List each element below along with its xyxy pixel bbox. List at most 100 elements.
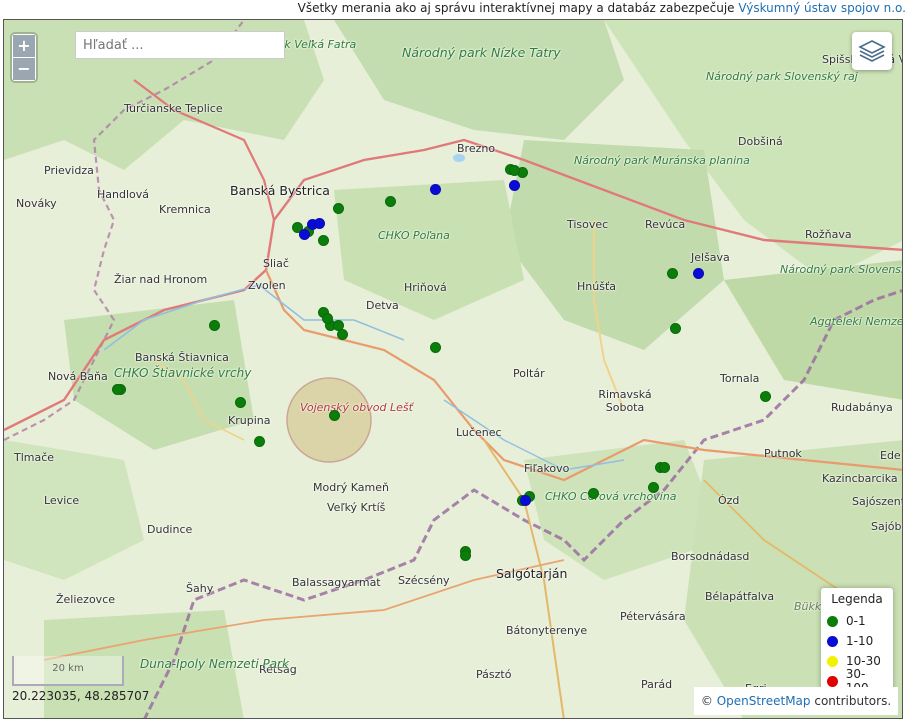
legend-swatch xyxy=(827,635,838,647)
legend-swatch xyxy=(827,615,838,627)
place-label: Tlmače xyxy=(14,451,55,464)
place-label: Kazincbarcika xyxy=(822,472,898,485)
place-label: Turčianske Teplice xyxy=(124,102,223,115)
place-label: Rimavská Sobota xyxy=(598,388,652,414)
place-label: Rudabánya xyxy=(831,401,893,414)
area-label: Národný park Slovenský kras xyxy=(780,263,902,276)
legend-swatch xyxy=(827,655,838,667)
place-label: Pétervására xyxy=(620,610,686,623)
legend-item: 1-10 xyxy=(827,631,887,651)
area-label: Národný park Slovenský raj xyxy=(706,70,858,83)
place-label: Salgótarján xyxy=(496,566,568,581)
place-label: Modrý Kameň xyxy=(313,481,389,494)
layers-icon xyxy=(858,40,886,62)
place-label: Pásztó xyxy=(476,668,512,681)
layers-button[interactable] xyxy=(852,32,892,70)
place-label: Jelšava xyxy=(691,251,730,264)
place-label: Parád xyxy=(641,678,673,691)
place-label: Ede xyxy=(880,449,901,462)
place-label: Poltár xyxy=(513,367,545,380)
area-label: CHKO Štiavnické vrchy xyxy=(114,366,252,380)
place-label: Detva xyxy=(366,299,399,312)
legend-label: 0-1 xyxy=(846,614,866,628)
measurement-marker[interactable] xyxy=(314,217,325,229)
measurement-marker[interactable] xyxy=(520,494,532,506)
measurement-marker[interactable] xyxy=(460,549,472,561)
map-canvas[interactable]: Spišská Nová Ves Turčianske Teplice Prie… xyxy=(3,19,903,719)
legend-item: 0-1 xyxy=(827,611,887,631)
measurement-marker[interactable] xyxy=(666,267,678,279)
search-input[interactable] xyxy=(75,31,285,59)
measurement-marker[interactable] xyxy=(430,183,442,195)
place-label: Levice xyxy=(44,494,80,507)
area-label: Národný park Muránska planina xyxy=(574,154,750,167)
attribution-prefix: © xyxy=(700,694,717,708)
place-label: Sajób xyxy=(871,520,902,533)
attribution: © OpenStreetMap contributors. xyxy=(694,687,898,715)
place-label: Kremnica xyxy=(159,203,211,216)
top-note-link[interactable]: Výskumný ústav spojov n.o. xyxy=(738,1,906,15)
place-label: Dobšiná xyxy=(738,135,783,148)
measurement-marker[interactable] xyxy=(209,319,220,331)
place-label: Zvolen xyxy=(248,279,286,292)
place-label: Želiezovce xyxy=(56,593,116,606)
attribution-link[interactable]: OpenStreetMap xyxy=(717,694,811,708)
measurement-marker[interactable] xyxy=(587,488,599,500)
place-label: Prievidza xyxy=(44,164,94,177)
place-label: Hriňová xyxy=(404,281,447,294)
place-label: Sajószentpéter xyxy=(852,495,902,508)
place-label: Banská Štiavnica xyxy=(135,351,229,364)
place-label: Balassagyarmat xyxy=(292,576,381,589)
place-label: Sliač xyxy=(263,257,289,270)
place-label: Banská Bystrica xyxy=(230,183,330,198)
zoom-control: + − xyxy=(12,34,36,81)
place-label: Fiľakovo xyxy=(524,462,570,475)
place-label: Bátonyterenye xyxy=(506,624,588,637)
place-label: Hnúšťa xyxy=(577,280,616,293)
place-label: Veľký Krtíš xyxy=(327,501,386,514)
zoom-in-button[interactable]: + xyxy=(13,35,35,57)
place-label: Bélapátfalva xyxy=(705,590,775,603)
measurement-marker[interactable] xyxy=(332,202,344,214)
measurement-marker[interactable] xyxy=(336,329,348,341)
place-label: Lučenec xyxy=(456,426,502,439)
top-note: Všetky merania ako aj správu interaktívn… xyxy=(0,0,906,18)
legend: Legenda 0-1 1-10 10-30 30-100 xyxy=(821,588,893,700)
legend-label: 10-30 xyxy=(846,654,881,668)
place-label: Ózd xyxy=(718,494,740,507)
place-label: Bükk xyxy=(794,600,822,613)
area-label: CHKO Poľana xyxy=(378,229,450,242)
scale-bar: 20 km xyxy=(12,656,124,686)
place-label: Nováky xyxy=(16,197,57,210)
zoom-out-button[interactable]: − xyxy=(13,58,35,80)
legend-title: Legenda xyxy=(831,592,883,606)
area-label: Národný park Nízke Tatry xyxy=(402,45,561,60)
measurement-marker[interactable] xyxy=(321,312,333,324)
place-label: Brezno xyxy=(457,142,496,155)
measurement-marker[interactable] xyxy=(111,383,123,395)
attribution-suffix: contributors. xyxy=(810,694,892,708)
measurement-marker[interactable] xyxy=(647,481,659,493)
area-label: Aggteleki Nemzeti Park xyxy=(810,315,902,328)
place-label: Revúca xyxy=(645,218,686,231)
place-label: Tisovec xyxy=(567,218,609,231)
measurement-marker[interactable] xyxy=(299,228,310,240)
place-label: Borsodnádasd xyxy=(671,550,750,563)
area-label: CHKO Cerová vrchovina xyxy=(545,490,677,503)
top-note-text: Všetky merania ako aj správu interaktívn… xyxy=(297,1,739,15)
place-label: Šahy xyxy=(186,582,214,595)
area-label: Duna-Ipoly Nemzeti Park xyxy=(140,657,289,671)
legend-swatch xyxy=(827,675,838,687)
place-label: Žiar nad Hronom xyxy=(114,273,208,286)
cursor-coordinates: 20.223035, 48.285707 xyxy=(12,689,150,703)
place-label: Rožňava xyxy=(805,228,852,241)
place-label: Krupina xyxy=(228,414,271,427)
place-label: Putnok xyxy=(764,447,802,460)
place-label: Tornala xyxy=(720,372,760,385)
legend-label: 1-10 xyxy=(846,634,874,648)
place-label: Nová Baňa xyxy=(48,370,108,383)
place-label: Szécsény xyxy=(398,574,450,587)
measurement-marker[interactable] xyxy=(692,267,704,279)
place-label: Dudince xyxy=(147,523,193,536)
place-label: Handlová xyxy=(97,188,150,201)
